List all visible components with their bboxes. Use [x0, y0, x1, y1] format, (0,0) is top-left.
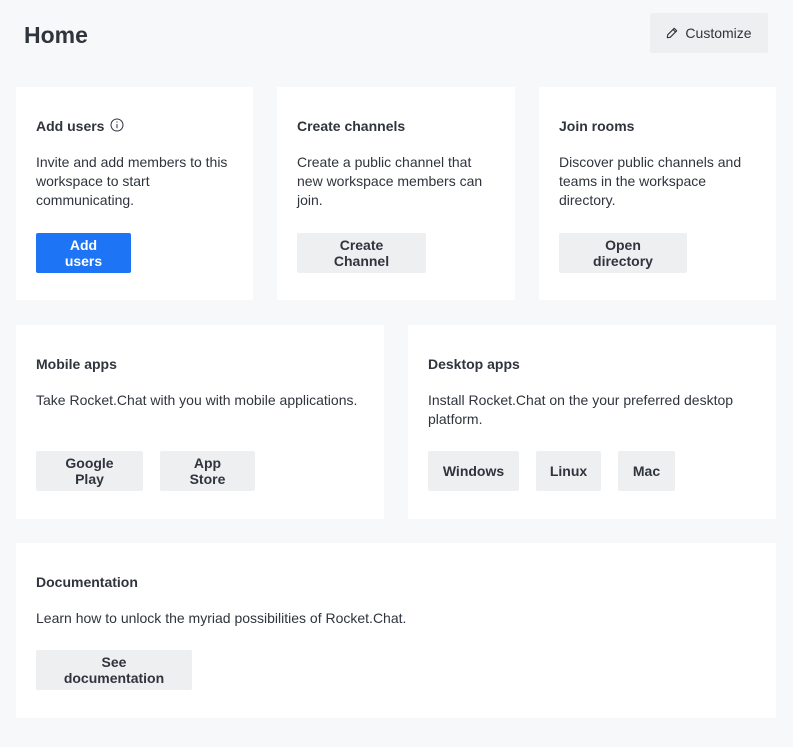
mobile-apps-card: Mobile apps Take Rocket.Chat with you wi… — [16, 325, 384, 519]
see-documentation-button[interactable]: See documentation — [36, 650, 192, 690]
customize-button[interactable]: Customize — [650, 13, 768, 53]
join-rooms-title: Join rooms — [559, 118, 635, 134]
customize-label: Customize — [685, 25, 752, 41]
desktop-apps-title: Desktop apps — [428, 356, 520, 372]
windows-button[interactable]: Windows — [428, 451, 519, 491]
home-page: Home Customize Add users Invite and add … — [0, 0, 793, 747]
join-rooms-card: Join rooms Discover public channels and … — [539, 87, 776, 300]
pencil-icon — [666, 27, 678, 39]
create-channels-description: Create a public channel that new workspa… — [297, 154, 483, 208]
add-users-title: Add users — [36, 118, 105, 134]
page-title: Home — [24, 22, 88, 48]
documentation-card: Documentation Learn how to unlock the my… — [16, 543, 776, 718]
linux-button[interactable]: Linux — [536, 451, 601, 491]
mac-button[interactable]: Mac — [618, 451, 675, 491]
desktop-apps-description: Install Rocket.Chat on the your preferre… — [428, 392, 734, 427]
mobile-apps-description: Take Rocket.Chat with you with mobile ap… — [36, 392, 358, 408]
open-directory-button[interactable]: Open directory — [559, 233, 687, 273]
google-play-button[interactable]: Google Play — [36, 451, 143, 491]
create-channels-title: Create channels — [297, 118, 406, 134]
documentation-title: Documentation — [36, 574, 138, 590]
add-users-description: Invite and add members to this workspace… — [36, 154, 228, 208]
add-users-title-row: Add users — [36, 117, 124, 135]
add-users-card: Add users Invite and add members to this… — [16, 87, 253, 300]
join-rooms-description: Discover public channels and teams in th… — [559, 154, 742, 208]
info-icon[interactable] — [110, 118, 124, 132]
create-channels-card: Create channels Create a public channel … — [277, 87, 515, 300]
add-users-button[interactable]: Add users — [36, 233, 131, 273]
desktop-apps-card: Desktop apps Install Rocket.Chat on the … — [408, 325, 776, 519]
mobile-apps-title: Mobile apps — [36, 356, 117, 372]
documentation-description: Learn how to unlock the myriad possibili… — [36, 610, 407, 626]
app-store-button[interactable]: App Store — [160, 451, 255, 491]
create-channel-button[interactable]: Create Channel — [297, 233, 426, 273]
